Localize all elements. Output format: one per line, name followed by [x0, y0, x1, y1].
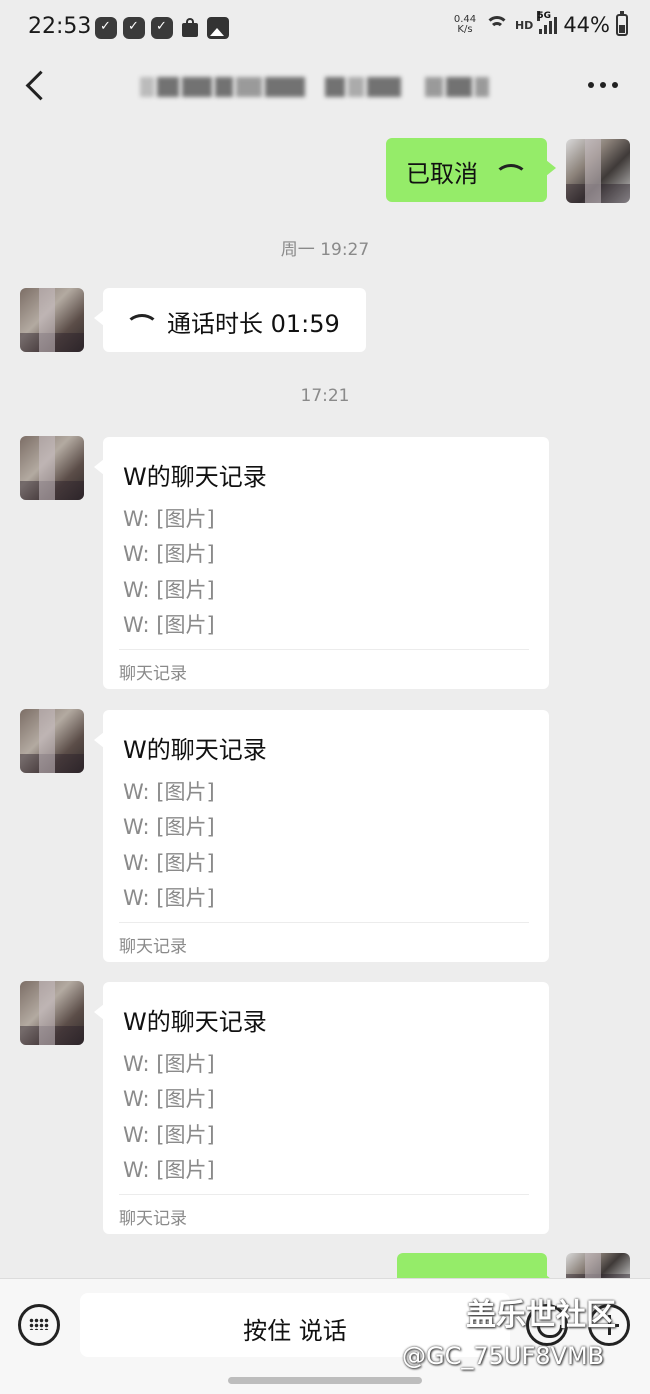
- network-speed-unit: K/s: [457, 24, 473, 35]
- phone-hangup-icon: [125, 314, 159, 328]
- keyboard-icon[interactable]: [18, 1304, 60, 1346]
- hold-to-talk-label: 按住 说话: [243, 1317, 347, 1345]
- check-notification-icon: [123, 17, 145, 39]
- chat-record-line: W: [图片]: [123, 780, 215, 804]
- divider: [119, 922, 529, 923]
- hd-label: HD: [514, 18, 534, 32]
- chat-record-card[interactable]: W的聊天记录 W: [图片] W: [图片] W: [图片] W: [图片] 聊…: [94, 437, 549, 689]
- message-timestamp: 周一 19:27: [280, 240, 370, 260]
- chat-record-card[interactable]: W的聊天记录 W: [图片] W: [图片] W: [图片] W: [图片] 聊…: [94, 982, 549, 1234]
- contact-avatar[interactable]: [20, 709, 84, 773]
- chat-record-title: W的聊天记录: [123, 463, 267, 491]
- check-notification-icon: [151, 17, 173, 39]
- chat-record-title: W的聊天记录: [123, 1008, 267, 1036]
- shopping-bag-icon: [179, 17, 201, 39]
- contact-avatar[interactable]: [20, 436, 84, 500]
- watermark-user: @GC_75UF8VMB: [402, 1342, 605, 1370]
- chat-record-line: W: [图片]: [123, 578, 215, 602]
- message-timestamp: 17:21: [300, 386, 350, 406]
- chat-record-line: W: [图片]: [123, 1123, 215, 1147]
- chat-record-footer: 聊天记录: [119, 1209, 187, 1229]
- chat-record-footer: 聊天记录: [119, 664, 187, 684]
- chat-record-line: W: [图片]: [123, 613, 215, 637]
- chat-record-footer: 聊天记录: [119, 937, 187, 957]
- check-notification-icon: [95, 17, 117, 39]
- network-speed: 0.44 K/s: [451, 15, 479, 35]
- wifi-icon: [484, 16, 509, 34]
- status-indicators: 0.44 K/s HD 5G 44%: [451, 11, 628, 37]
- contact-avatar[interactable]: [20, 288, 84, 352]
- signal-icon: 5G: [537, 11, 558, 34]
- my-avatar[interactable]: [566, 139, 630, 203]
- chat-record-line: W: [图片]: [123, 815, 215, 839]
- chat-record-title: W的聊天记录: [123, 736, 267, 764]
- cancelled-call-text: 已取消: [406, 160, 478, 188]
- watermark-site: 盖乐世社区: [466, 1298, 616, 1333]
- image-icon: [207, 17, 229, 39]
- status-bar: 22:53 0.44 K/s HD 5G 44%: [0, 0, 650, 58]
- contact-avatar[interactable]: [20, 981, 84, 1045]
- home-indicator[interactable]: [228, 1377, 422, 1384]
- battery-percent: 44%: [563, 13, 610, 37]
- battery-icon: [616, 11, 628, 36]
- chat-record-card[interactable]: W的聊天记录 W: [图片] W: [图片] W: [图片] W: [图片] 聊…: [94, 710, 549, 962]
- chat-record-line: W: [图片]: [123, 886, 215, 910]
- chat-record-line: W: [图片]: [123, 1158, 215, 1182]
- call-duration-bubble[interactable]: 通话时长 01:59: [94, 288, 366, 352]
- cancelled-call-bubble[interactable]: 已取消: [386, 138, 556, 202]
- phone-hangup-icon: [494, 164, 528, 178]
- chat-header: [0, 58, 650, 120]
- chat-record-line: W: [图片]: [123, 851, 215, 875]
- back-arrow-icon[interactable]: [22, 70, 50, 102]
- contact-name-blurred: [140, 70, 510, 104]
- chat-record-line: W: [图片]: [123, 542, 215, 566]
- divider: [119, 649, 529, 650]
- divider: [119, 1194, 529, 1195]
- network-type: 5G: [537, 11, 551, 21]
- chat-record-line: W: [图片]: [123, 1052, 215, 1076]
- more-options-icon[interactable]: [588, 82, 618, 88]
- notification-icons: [95, 17, 229, 39]
- status-time: 22:53: [28, 14, 92, 39]
- chat-record-line: W: [图片]: [123, 1087, 215, 1111]
- chat-record-line: W: [图片]: [123, 507, 215, 531]
- call-duration-text: 通话时长 01:59: [167, 310, 340, 338]
